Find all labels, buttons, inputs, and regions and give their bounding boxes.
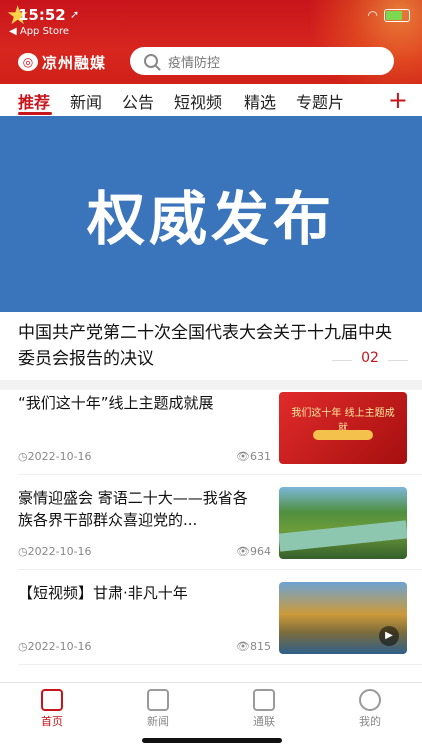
news-title: “我们这十年”线上主题成就展: [18, 394, 214, 412]
nav-contact-label: 通联: [253, 715, 275, 728]
list-item[interactable]: 【短视频】甘肃·非凡十年 ◷2022-10-16 👁815 ▶: [0, 570, 422, 665]
news-thumbnail: 我们这十年 线上主题成就: [279, 392, 407, 464]
location-arrow-icon: ➚: [70, 8, 80, 21]
tab-notice[interactable]: 公告: [122, 89, 154, 113]
search-bar[interactable]: 疫情防控: [130, 47, 394, 75]
nav-home[interactable]: 首页: [22, 689, 82, 729]
status-icons: ◠: [368, 8, 410, 22]
tab-news[interactable]: 新闻: [70, 89, 102, 113]
news-date: ◷2022-10-16: [18, 450, 92, 463]
news-date: ◷2022-10-16: [18, 640, 92, 653]
banner-headline[interactable]: 中国共产党第二十次全国代表大会关于十九届中央委员会报告的决议 02: [0, 312, 422, 380]
category-tabs: 推荐 新闻 公告 短视频 精选 专题片 +: [0, 84, 422, 116]
home-icon: [41, 689, 63, 711]
tab-short-video[interactable]: 短视频: [174, 89, 222, 113]
brand-mark-icon: ◎: [18, 53, 38, 71]
back-to-app-store[interactable]: ◀ App Store: [9, 26, 69, 37]
news-views: 👁631: [236, 450, 271, 463]
nav-profile[interactable]: 我的: [340, 689, 400, 729]
search-placeholder: 疫情防控: [168, 55, 221, 71]
news-icon: [147, 689, 169, 711]
nav-contact[interactable]: 通联: [234, 689, 294, 729]
app-header: ★ 15:52 ➚ ◀ App Store ◠ ◎ 凉州融媒 疫情防控: [0, 0, 422, 84]
carousel-page-indicator: 02: [332, 350, 408, 366]
tab-featured[interactable]: 精选: [244, 89, 276, 113]
wifi-icon: ◠: [367, 8, 378, 22]
list-item[interactable]: “我们这十年”线上主题成就展 ◷2022-10-16 👁631 我们这十年 线上…: [0, 380, 422, 475]
news-title: 【短视频】甘肃·非凡十年: [18, 584, 188, 602]
thumbnail-river-graphic: [279, 520, 407, 552]
list-item[interactable]: 豪情迎盛会 寄语二十大——我省各族各界干部群众喜迎党的... ◷2022-10-…: [0, 475, 422, 570]
status-time: 15:52: [18, 6, 66, 24]
add-tab-button[interactable]: +: [388, 86, 408, 114]
play-icon[interactable]: ▶: [379, 626, 399, 646]
nav-news[interactable]: 新闻: [128, 689, 188, 729]
layers-icon: [253, 689, 275, 711]
active-tab-indicator: [18, 112, 52, 115]
nav-home-label: 首页: [41, 715, 63, 728]
banner-image[interactable]: 权威发布: [0, 116, 422, 312]
search-icon: [144, 54, 158, 68]
brand-logo: ◎ 凉州融媒: [18, 52, 120, 72]
news-date: ◷2022-10-16: [18, 545, 92, 558]
item-divider: [18, 664, 422, 665]
profile-icon: [359, 689, 381, 711]
news-title: 豪情迎盛会 寄语二十大——我省各族各界干部群众喜迎党的...: [18, 489, 248, 529]
status-bar: 15:52 ➚ ◀ App Store ◠: [0, 6, 422, 37]
thumbnail-button-graphic: [313, 430, 373, 440]
nav-profile-label: 我的: [359, 715, 381, 728]
tab-recommend[interactable]: 推荐: [18, 89, 50, 113]
news-views: 👁964: [236, 545, 271, 558]
brand-name: 凉州融媒: [42, 53, 107, 72]
banner-text: 权威发布: [86, 185, 335, 253]
battery-icon: [384, 8, 410, 22]
home-indicator: [142, 738, 282, 743]
tab-documentary[interactable]: 专题片: [296, 89, 344, 113]
news-thumbnail: ▶: [279, 582, 407, 654]
news-views: 👁815: [236, 640, 271, 653]
news-thumbnail: [279, 487, 407, 559]
nav-news-label: 新闻: [147, 715, 169, 728]
